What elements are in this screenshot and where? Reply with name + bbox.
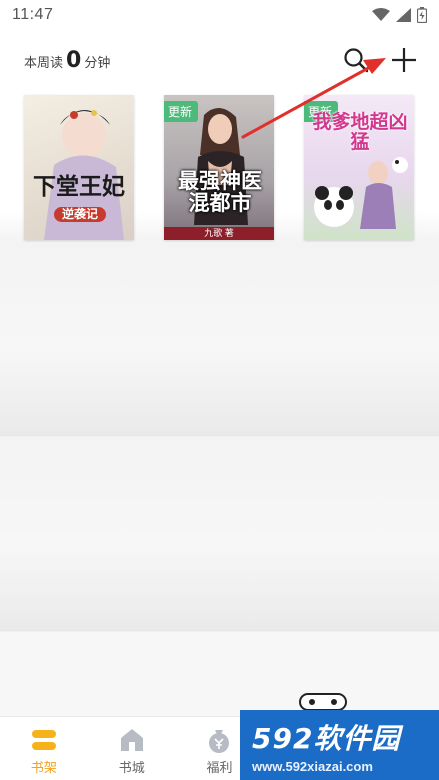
empty-shelf-row — [0, 437, 439, 631]
bookshelf-icon — [31, 730, 56, 750]
cover-title: 我爹地超凶猛 — [312, 111, 408, 153]
cover-title: 最强神医混都市 — [178, 169, 262, 216]
watermark-brand: 592软件园 — [252, 721, 401, 755]
signal-icon — [396, 8, 411, 22]
wifi-icon — [372, 8, 390, 21]
reading-prefix: 本周读 — [24, 55, 64, 70]
book-cover[interactable]: 下堂王妃 逆袭记 — [24, 95, 134, 240]
cover-subtitle: 逆袭记 — [54, 207, 107, 222]
game-controller-icon — [299, 693, 347, 711]
nav-item-bookshelf[interactable]: 书架 — [0, 717, 88, 780]
empty-shelf-row — [0, 632, 439, 716]
reading-minutes: 0 — [66, 48, 82, 73]
money-bag-icon — [209, 730, 230, 753]
book-cover[interactable]: 更新 最强神医混都市 九歌 著 — [164, 95, 274, 240]
cover-title: 下堂王妃 — [33, 173, 125, 200]
empty-shelf-row — [0, 242, 439, 436]
add-icon[interactable] — [390, 46, 418, 74]
watermark: 592软件园 www.592xiazai.com — [240, 710, 439, 780]
cover-author: 九歌 著 — [164, 226, 274, 240]
watermark-url: www.592xiazai.com — [252, 758, 373, 774]
nav-item-bookstore[interactable]: 书城 — [88, 717, 176, 780]
battery-icon — [417, 7, 427, 23]
bookshelf-header: 本周读 0 分钟 — [0, 30, 439, 90]
update-badge: 更新 — [164, 101, 199, 122]
search-icon[interactable] — [343, 47, 369, 73]
nav-label: 福利 — [206, 760, 233, 775]
bookstore-icon — [120, 729, 143, 751]
weekly-reading-stat: 本周读 0 分钟 — [24, 48, 110, 73]
status-bar: 11:47 — [0, 0, 439, 30]
reading-suffix: 分钟 — [84, 55, 111, 70]
book-cover[interactable]: 更新 我爹地超凶猛 — [304, 95, 414, 240]
status-time: 11:47 — [12, 6, 54, 23]
nav-label: 书架 — [30, 760, 57, 775]
nav-label: 书城 — [118, 760, 145, 775]
bookshelf-row: 下堂王妃 逆袭记 更新 最强神医混都市 九歌 著 更新 我爹地超凶猛 — [0, 90, 439, 242]
status-icons — [372, 7, 427, 23]
